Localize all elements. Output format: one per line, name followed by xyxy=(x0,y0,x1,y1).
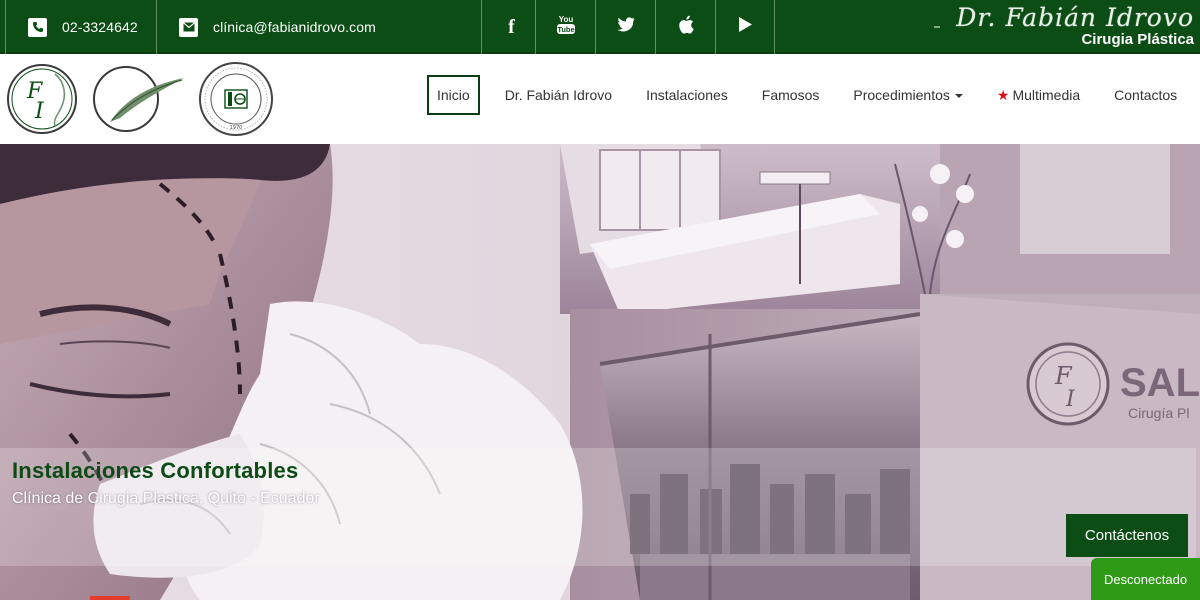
facebook-icon: f xyxy=(508,15,515,38)
slide-title: Instalaciones Confortables xyxy=(12,458,299,483)
nav-multimedia-label: Multimedia xyxy=(1012,87,1081,103)
nav-procedimientos-label: Procedimientos xyxy=(853,87,950,103)
contactenos-button[interactable]: Contáctenos xyxy=(1066,514,1188,557)
slide-subtitle: Clínica de Cirugia Plastica, Quito - Ecu… xyxy=(12,490,320,507)
main-menu: Inicio Dr. Fabián Idrovo Instalaciones F… xyxy=(427,75,1194,115)
apple-link[interactable] xyxy=(655,0,715,54)
star-icon: ★ xyxy=(996,86,1010,103)
facebook-link[interactable]: f xyxy=(481,0,541,54)
email-address: clínica@fabianidrovo.com xyxy=(213,19,376,35)
svg-text:1970: 1970 xyxy=(230,125,243,131)
twitter-link[interactable] xyxy=(595,0,655,54)
nav-contactos[interactable]: Contactos xyxy=(1097,75,1194,115)
leaf-emblem-logo[interactable] xyxy=(92,60,188,138)
main-navbar: F I 1970 Inicio Dr. Fabián Idrovo Instal… xyxy=(0,54,1200,144)
top-bar: 02-3324642 clínica@fabianidrovo.com f Yo… xyxy=(0,0,1200,54)
svg-text:I: I xyxy=(34,99,45,124)
youtube-link[interactable]: You Tube xyxy=(535,0,595,54)
nav-instalaciones[interactable]: Instalaciones xyxy=(629,75,745,115)
chat-status-badge[interactable]: Desconectado xyxy=(1091,558,1200,600)
email-contact[interactable]: clínica@fabianidrovo.com xyxy=(156,0,482,54)
nav-multimedia[interactable]: ★ Multimedia xyxy=(980,75,1097,115)
svg-text:You: You xyxy=(558,15,573,24)
clinic-monogram-logo[interactable]: F I xyxy=(5,60,79,138)
apple-icon xyxy=(678,15,694,39)
nav-famosos-label: Famosos xyxy=(761,87,820,103)
hero-slider: F I SAL Cirugía Pl Instalaciones Confort… xyxy=(0,144,1200,600)
clinic-sign-text: SAL xyxy=(1120,361,1200,405)
nav-instalaciones-label: Instalaciones xyxy=(646,87,728,103)
phone-number: 02-3324642 xyxy=(62,19,138,35)
phone-icon xyxy=(28,17,47,37)
brand-block[interactable]: Dr. Fabián Idrovo Cirugia Plástica xyxy=(934,3,1194,48)
youtube-icon: You Tube xyxy=(556,14,576,41)
svg-text:F: F xyxy=(1054,362,1073,390)
svg-text:Tube: Tube xyxy=(557,25,574,34)
twitter-icon xyxy=(616,17,635,37)
brand-subtitle: Cirugia Plástica xyxy=(1081,31,1194,48)
slider-indicator[interactable] xyxy=(90,596,130,600)
brand-dot xyxy=(934,26,941,28)
slide-caption: Instalaciones Confortables Clínica de Ci… xyxy=(0,448,1196,566)
nav-inicio[interactable]: Inicio xyxy=(427,75,480,115)
svg-text:I: I xyxy=(1065,387,1076,412)
clinic-sign-subtext: Cirugía Pl xyxy=(1128,405,1189,421)
brand-signature: Dr. Fabián Idrovo xyxy=(956,3,1194,32)
nav-dr-fabian-idrovo[interactable]: Dr. Fabián Idrovo xyxy=(488,75,629,115)
caret-down-icon xyxy=(954,94,963,98)
nav-contactos-label: Contactos xyxy=(1114,87,1178,103)
nav-inicio-label: Inicio xyxy=(437,87,470,103)
phone-contact[interactable]: 02-3324642 xyxy=(5,0,157,54)
nav-famosos[interactable]: Famosos xyxy=(745,75,837,115)
play-icon xyxy=(738,16,753,38)
nav-procedimientos-dropdown[interactable]: Procedimientos xyxy=(836,75,980,115)
isaps-seal-logo[interactable]: 1970 xyxy=(197,58,275,140)
nav-doctor-label: Dr. Fabián Idrovo xyxy=(504,87,613,103)
play-link[interactable] xyxy=(715,0,775,54)
envelope-icon xyxy=(179,17,198,37)
